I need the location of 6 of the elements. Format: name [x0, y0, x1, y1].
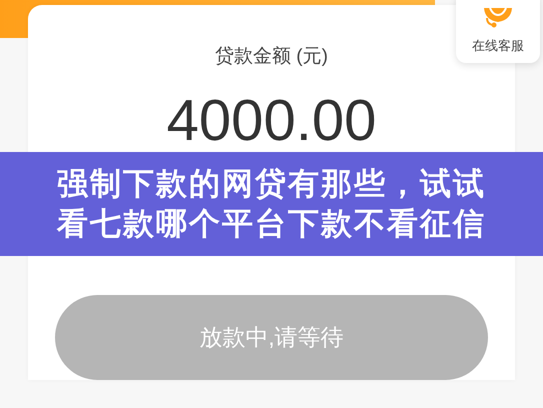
loan-amount: 4000.00 — [166, 88, 376, 152]
headset-icon — [481, 8, 515, 28]
customer-service-button[interactable]: 在线客服 — [456, 0, 540, 63]
banner-title-line: 强制下款的网贷有那些，试试 — [57, 165, 486, 203]
loan-amount-label: 贷款金额 (元) — [215, 46, 328, 67]
banner-title-line: 看七款哪个平台下款不看征信 — [57, 205, 486, 243]
